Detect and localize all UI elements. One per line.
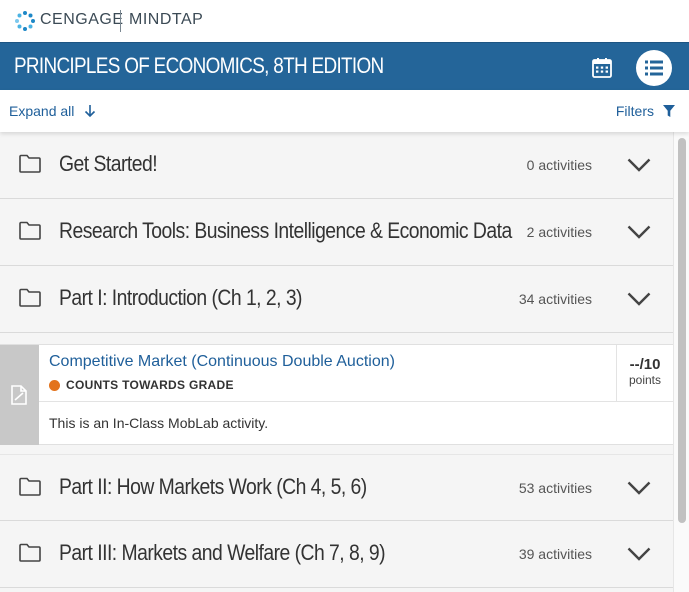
filters-button[interactable]: Filters <box>616 103 676 119</box>
activity-header: Competitive Market (Continuous Double Au… <box>39 345 673 402</box>
arrow-down-icon <box>85 105 96 118</box>
filters-label: Filters <box>615 103 654 119</box>
activity-description: This is an In-Class MobLab activity. <box>49 415 269 431</box>
folder-icon <box>19 543 41 562</box>
folder-icon <box>19 477 41 496</box>
activity-count: 34 activities <box>518 291 592 307</box>
scrollbar-track[interactable] <box>673 132 689 592</box>
outline-toolbar: Expand all Filters <box>0 90 689 132</box>
chevron-down-icon[interactable] <box>627 292 651 306</box>
brand-name: CENGAGE <box>40 11 124 28</box>
folder-title: Part II: How Markets Work (Ch 4, 5, 6) <box>59 474 367 499</box>
score-value: --/10 <box>629 356 661 373</box>
folder-row[interactable]: Part II: How Markets Work (Ch 4, 5, 6) 5… <box>0 454 673 521</box>
chevron-down-icon[interactable] <box>627 225 651 239</box>
folder-row[interactable]: Get Started! 0 activities <box>0 132 673 199</box>
course-title: PRINCIPLES OF ECONOMICS, 8TH EDITION <box>14 53 384 78</box>
folder-row[interactable]: Part I: Introduction (Ch 1, 2, 3) 34 act… <box>0 266 673 333</box>
filter-icon <box>663 105 675 117</box>
activity-title-link[interactable]: Competitive Market (Continuous Double Au… <box>49 353 395 371</box>
grade-status-dot <box>49 380 60 391</box>
brand-divider <box>120 10 121 32</box>
expand-all-button[interactable]: Expand all <box>9 103 96 119</box>
course-outline: Get Started! 0 activities Research Tools… <box>0 132 673 592</box>
calendar-icon[interactable] <box>590 56 614 80</box>
activity-count: 0 activities <box>526 157 592 173</box>
product-name: MINDTAP <box>129 11 204 28</box>
activity-count: 39 activities <box>518 546 592 562</box>
folder-title: Part I: Introduction (Ch 1, 2, 3) <box>59 285 303 310</box>
expand-all-label: Expand all <box>9 103 75 119</box>
chevron-down-icon[interactable] <box>627 158 651 172</box>
grade-status-label: COUNTS TOWARDS GRADE <box>66 378 234 392</box>
folder-title: Research Tools: Business Intelligence & … <box>59 218 512 243</box>
score-box: --/10 points <box>616 345 673 402</box>
folder-icon <box>19 288 41 307</box>
document-icon <box>11 385 27 405</box>
folder-row[interactable]: Part III: Markets and Welfare (Ch 7, 8, … <box>0 521 673 588</box>
folder-icon <box>19 154 41 173</box>
chevron-down-icon[interactable] <box>627 481 651 495</box>
folder-title: Part III: Markets and Welfare (Ch 7, 8, … <box>59 540 386 565</box>
cengage-dots-icon <box>15 11 35 31</box>
folder-icon <box>19 221 41 240</box>
folder-title: Get Started! <box>59 151 158 176</box>
list-view-button[interactable] <box>636 50 672 86</box>
score-unit: points <box>628 373 662 387</box>
activity-count: 53 activities <box>518 480 592 496</box>
course-header: PRINCIPLES OF ECONOMICS, 8TH EDITION <box>0 42 689 90</box>
chevron-down-icon[interactable] <box>627 547 651 561</box>
activity-count: 2 activities <box>526 224 592 240</box>
activity-type-strip <box>0 345 39 445</box>
folder-row[interactable]: Research Tools: Business Intelligence & … <box>0 199 673 266</box>
activity-card: Competitive Market (Continuous Double Au… <box>0 344 673 445</box>
scrollbar-thumb[interactable] <box>678 138 686 523</box>
list-view-icon <box>645 60 663 76</box>
brand-bar: CENGAGE MINDTAP <box>0 0 689 42</box>
